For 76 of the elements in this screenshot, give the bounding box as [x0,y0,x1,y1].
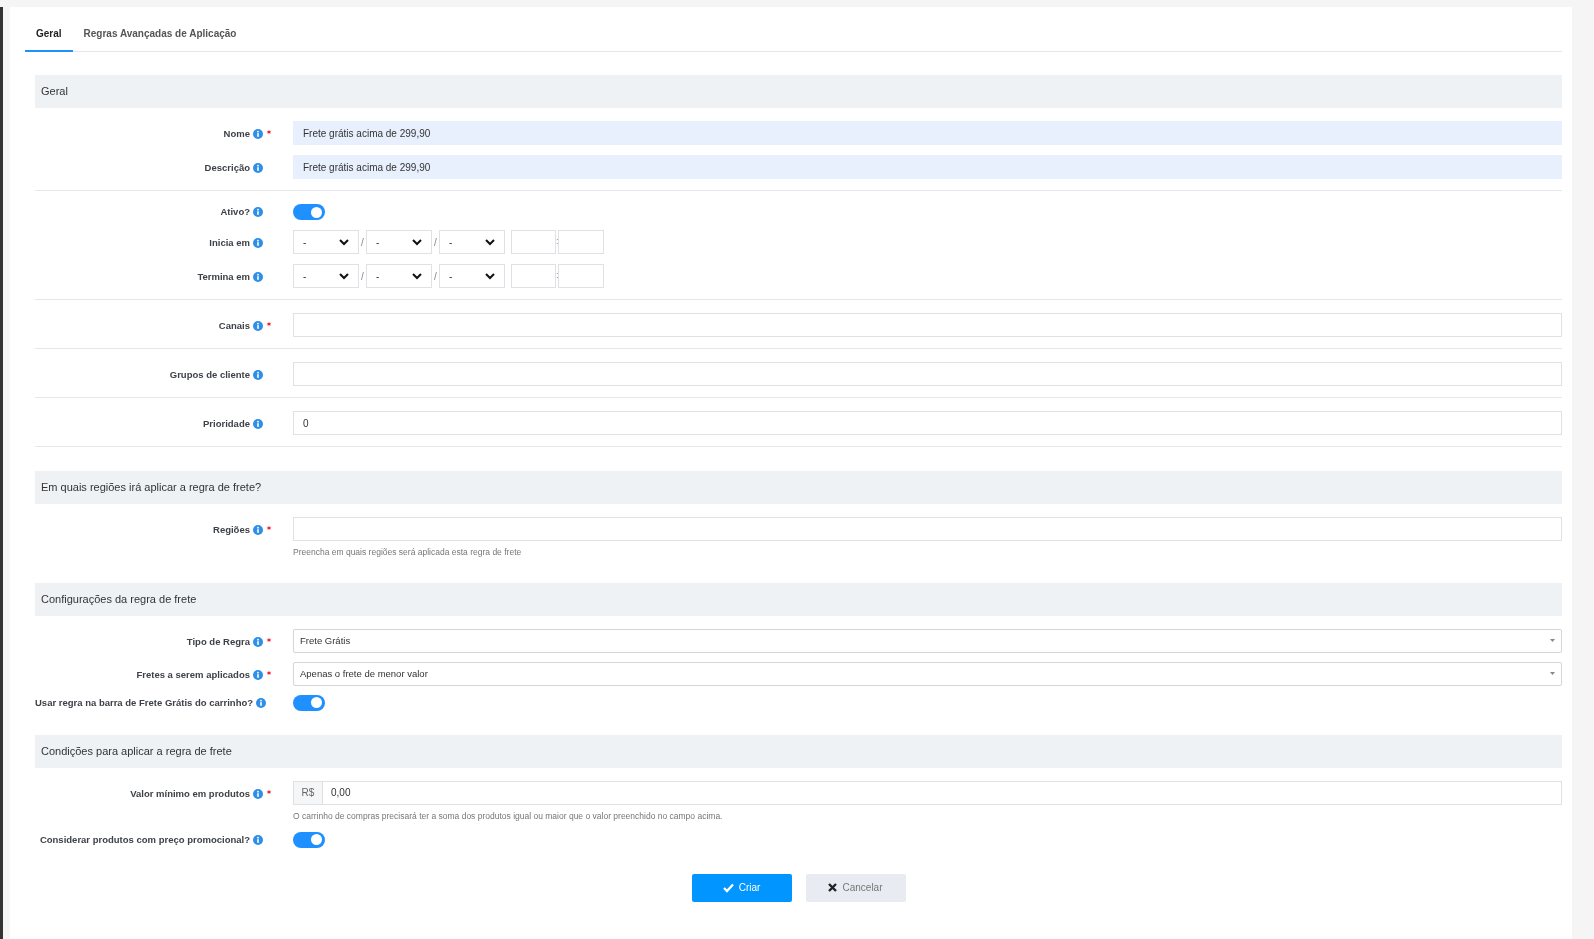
chevron-down-icon [485,272,495,280]
date-separator: / [433,235,438,250]
date-separator: / [433,269,438,284]
chevron-down-icon [339,272,349,280]
date-select[interactable]: - [293,230,359,254]
toggle-switch[interactable] [293,204,325,220]
chevron-down-icon [412,238,422,246]
input-field[interactable]: 0 [293,411,1562,435]
input-field[interactable]: Frete grátis acima de 299,90 [293,121,1562,145]
select-field[interactable]: Frete Grátis [293,628,1562,653]
date-select[interactable]: - [439,230,505,254]
tab[interactable]: Geral [25,26,73,52]
caret-down-icon [1550,639,1555,643]
field-label: Inicia em [209,236,250,250]
date-select[interactable]: - [439,264,505,288]
input-field[interactable] [293,313,1562,337]
field-label: Ativo? [220,205,250,219]
section-title: Em quais regiões irá aplicar a regra de frete? [41,480,262,496]
tab[interactable]: Regras Avançadas de Aplicação [72,26,248,52]
chevron-down-icon [485,238,495,246]
chevron-down-icon [339,238,349,246]
date-select[interactable]: - [366,230,432,254]
help-text: Preencha em quais regiões será aplicada esta regra de frete [293,546,523,559]
field-label: Descrição [204,161,250,175]
time-separator: : [556,269,558,283]
info-icon [253,525,263,536]
info-icon [253,419,263,430]
field-label: Canais [218,319,250,333]
info-icon [253,321,263,332]
close-icon [828,883,838,892]
caret-down-icon [1550,672,1555,676]
info-icon [253,834,263,845]
info-icon [253,370,263,381]
price-field[interactable]: 0,00 [323,780,1562,805]
input-field[interactable]: Frete grátis acima de 299,90 [293,155,1562,179]
info-icon [253,636,263,647]
field-label: Termina em [197,270,250,284]
input-field[interactable] [293,362,1562,386]
select-field[interactable]: Apenas o frete de menor valor [293,661,1562,686]
date-select[interactable]: - [366,264,432,288]
toggle-switch[interactable] [293,694,325,711]
field-label: Fretes a serem aplicados [136,667,250,682]
date-select[interactable]: - [293,264,359,288]
field-label: Valor mínimo em produtos [130,786,250,801]
check-icon [722,882,734,893]
chevron-down-icon [412,272,422,280]
section-title: Configurações da regra de frete [41,592,197,607]
field-label: Grupos de cliente [169,368,250,382]
info-icon [253,272,263,283]
date-separator: / [360,235,365,250]
field-label: Prioridade [203,417,250,431]
info-icon [253,669,263,680]
minute-field[interactable] [558,230,604,254]
field-label: Tipo de Regra [186,634,250,649]
field-label: Considerar produtos com preço promocional? [39,832,250,847]
section-title: Geral [41,84,68,100]
info-icon [253,207,263,218]
date-separator: / [360,269,365,284]
field-label: Usar regra na barra de Frete Grátis do carrinho? [35,695,254,710]
help-text: O carrinho de compras precisará ter a soma dos produtos igual ou maior que o valor preenchido no campo acima. [293,809,724,823]
cancel-button[interactable]: Cancelar [805,873,906,902]
info-icon [256,697,267,708]
info-icon [253,238,263,249]
hour-field[interactable] [511,230,556,254]
field-label: Nome [223,127,250,141]
section-title: Condições para aplicar a regra de frete [41,744,232,759]
toggle-switch[interactable] [293,831,325,848]
input-field[interactable] [293,517,1562,541]
field-label: Regiões [213,523,250,537]
info-icon [253,788,263,799]
info-icon [253,163,263,174]
currency-prefix: R$ [293,780,323,805]
minute-field[interactable] [558,264,604,288]
info-icon [253,129,263,140]
time-separator: : [556,235,558,249]
hour-field[interactable] [511,264,556,288]
